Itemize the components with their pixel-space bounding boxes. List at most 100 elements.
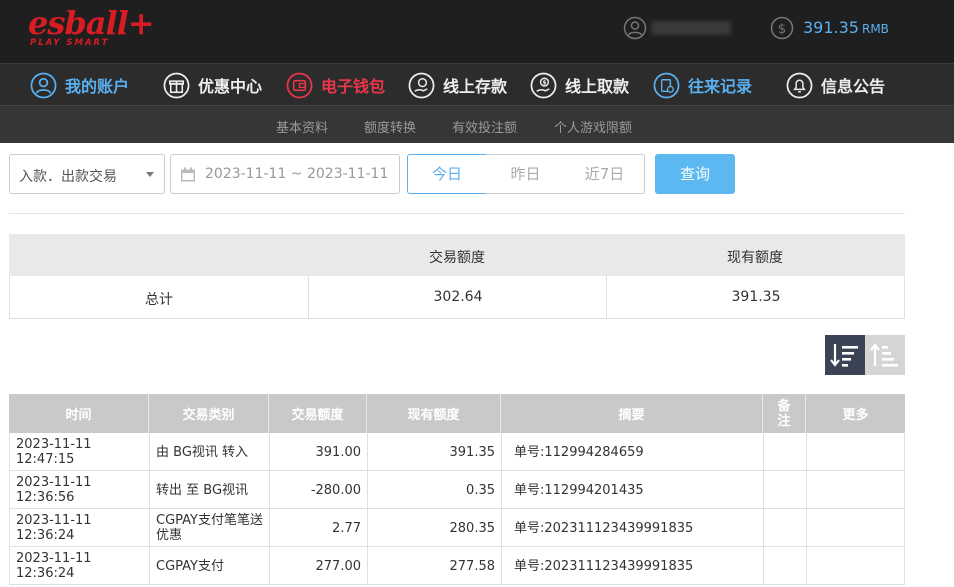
summary-amount: 302.64	[433, 289, 483, 305]
wallet-icon	[286, 72, 313, 98]
column-header-balance: 现有额度	[367, 394, 501, 433]
top-bar: esball+ PLAY SMART $ 391.35 RMB	[0, 0, 954, 63]
cell-note	[763, 509, 806, 547]
svg-text:$: $	[778, 22, 786, 37]
cell-amount: 391.00	[269, 433, 367, 471]
table-row: 2023-11-11 12:47:15 由 BG视讯 转入 391.00 391…	[9, 433, 905, 471]
app-root: esball+ PLAY SMART $ 391.35 RMB 我的账户 优惠中心…	[0, 0, 954, 587]
cell-time: 2023-11-11 12:36:56	[9, 471, 149, 509]
gift-icon	[163, 72, 190, 98]
summary-header: 交易额度 现有额度	[9, 234, 905, 276]
column-header-type: 交易类别	[149, 394, 269, 433]
summary-row-label: 总计	[145, 292, 173, 308]
username-masked	[651, 21, 731, 35]
yesterday-button[interactable]: 昨日	[486, 154, 566, 194]
nav-label: 电子钱包	[321, 77, 386, 96]
summary-row: 总计 302.64 391.35	[9, 276, 905, 319]
select-value: 入款．出款交易	[19, 169, 117, 185]
balance-amount: 391.35	[803, 18, 859, 37]
today-button[interactable]: 今日	[407, 154, 487, 194]
cell-time: 2023-11-11 12:36:24	[9, 509, 149, 547]
cell-amount: 277.00	[269, 547, 367, 585]
table-row: 2023-11-11 12:36:24 CGPAY支付 277.00 277.5…	[9, 547, 905, 585]
cell-time: 2023-11-11 12:47:15	[9, 433, 149, 471]
brand-logo-text: esball+	[28, 4, 155, 42]
bell-icon	[786, 72, 813, 98]
subnav-basic-info[interactable]: 基本资料	[276, 117, 328, 136]
cell-more[interactable]	[806, 509, 905, 547]
nav-label: 往来记录	[688, 77, 753, 96]
date-range-input[interactable]: 2023-11-11 ~ 2023-11-11	[170, 154, 400, 194]
transaction-type-select[interactable]: 入款．出款交易	[9, 154, 165, 194]
cell-type: 由 BG视讯 转入	[149, 433, 269, 471]
cell-balance: 277.58	[367, 547, 501, 585]
main-nav: 我的账户 优惠中心 电子钱包 线上存款 $ 线上取款 往来记录 信息公告	[0, 63, 954, 105]
sort-ascending-button[interactable]	[865, 335, 905, 375]
table-row: 2023-11-11 12:36:24 CGPAY支付笔笔送优惠 2.77 28…	[9, 509, 905, 547]
cell-note	[763, 471, 806, 509]
summary-table: 交易额度 现有额度 总计 302.64 391.35	[9, 234, 905, 319]
cell-type: CGPAY支付笔笔送优惠	[149, 509, 269, 547]
nav-label: 线上取款	[565, 77, 630, 96]
cell-summary: 单号:112994201435	[501, 471, 763, 509]
nav-my-account[interactable]: 我的账户	[30, 64, 129, 106]
nav-label: 我的账户	[65, 77, 130, 96]
brand-logo[interactable]: esball+ PLAY SMART	[28, 4, 155, 52]
cell-note	[763, 547, 806, 585]
date-range-value: 2023-11-11 ~ 2023-11-11	[205, 166, 389, 182]
subnav-game-limits[interactable]: 个人游戏限额	[554, 117, 632, 136]
subnav-credit-transfer[interactable]: 额度转换	[364, 117, 416, 136]
deposit-icon	[408, 72, 435, 98]
nav-online-deposit[interactable]: 线上存款	[408, 64, 507, 106]
cell-amount: 2.77	[269, 509, 367, 547]
coin-icon: $	[770, 16, 794, 40]
divider	[9, 213, 905, 214]
balance-currency: RMB	[861, 22, 889, 36]
sub-nav: 基本资料 额度转换 有效投注额 个人游戏限额	[0, 105, 954, 143]
cell-note	[763, 433, 806, 471]
calendar-icon	[181, 167, 195, 182]
nav-online-withdraw[interactable]: $ 线上取款	[530, 64, 629, 106]
column-header-summary: 摘要	[501, 394, 763, 433]
chevron-down-icon	[146, 172, 154, 177]
user-info[interactable]	[623, 15, 733, 41]
cell-balance: 391.35	[367, 433, 501, 471]
query-button[interactable]: 查询	[655, 154, 735, 194]
column-header-more: 更多	[806, 394, 905, 433]
sort-ascending-icon	[870, 343, 898, 367]
summary-col-balance: 现有额度	[727, 250, 783, 266]
sort-descending-button[interactable]	[825, 335, 865, 375]
brand-tagline: PLAY SMART	[30, 38, 110, 48]
cell-summary: 单号:202311123439991835	[501, 547, 763, 585]
nav-label: 优惠中心	[198, 77, 263, 96]
column-header-time: 时间	[9, 394, 149, 433]
sort-descending-icon	[830, 344, 858, 367]
nav-announcements[interactable]: 信息公告	[786, 64, 885, 106]
cell-type: CGPAY支付	[149, 547, 269, 585]
nav-e-wallet[interactable]: 电子钱包	[286, 64, 385, 106]
user-avatar-icon	[623, 16, 647, 40]
column-header-amount: 交易额度	[269, 394, 367, 433]
summary-balance: 391.35	[731, 289, 781, 305]
records-icon	[653, 72, 680, 98]
cell-more[interactable]	[806, 547, 905, 585]
summary-col-amount: 交易额度	[429, 250, 485, 266]
cell-balance: 280.35	[367, 509, 501, 547]
cell-type: 转出 至 BG视讯	[149, 471, 269, 509]
nav-promotions[interactable]: 优惠中心	[163, 64, 262, 106]
svg-text:$: $	[542, 80, 546, 86]
user-icon	[30, 72, 57, 98]
cell-balance: 0.35	[367, 471, 501, 509]
cell-summary: 单号:112994284659	[501, 433, 763, 471]
column-header-note: 备注	[763, 394, 806, 433]
subnav-valid-bets[interactable]: 有效投注额	[452, 117, 517, 136]
cell-summary: 单号:202311123439991835	[501, 509, 763, 547]
cell-more[interactable]	[806, 471, 905, 509]
nav-records[interactable]: 往来记录	[653, 64, 752, 106]
nav-label: 线上存款	[443, 77, 508, 96]
table-row: 2023-11-11 12:36:56 转出 至 BG视讯 -280.00 0.…	[9, 471, 905, 509]
cell-amount: -280.00	[269, 471, 367, 509]
cell-time: 2023-11-11 12:36:24	[9, 547, 149, 585]
cell-more[interactable]	[806, 433, 905, 471]
last-7-days-button[interactable]: 近7日	[565, 154, 645, 194]
